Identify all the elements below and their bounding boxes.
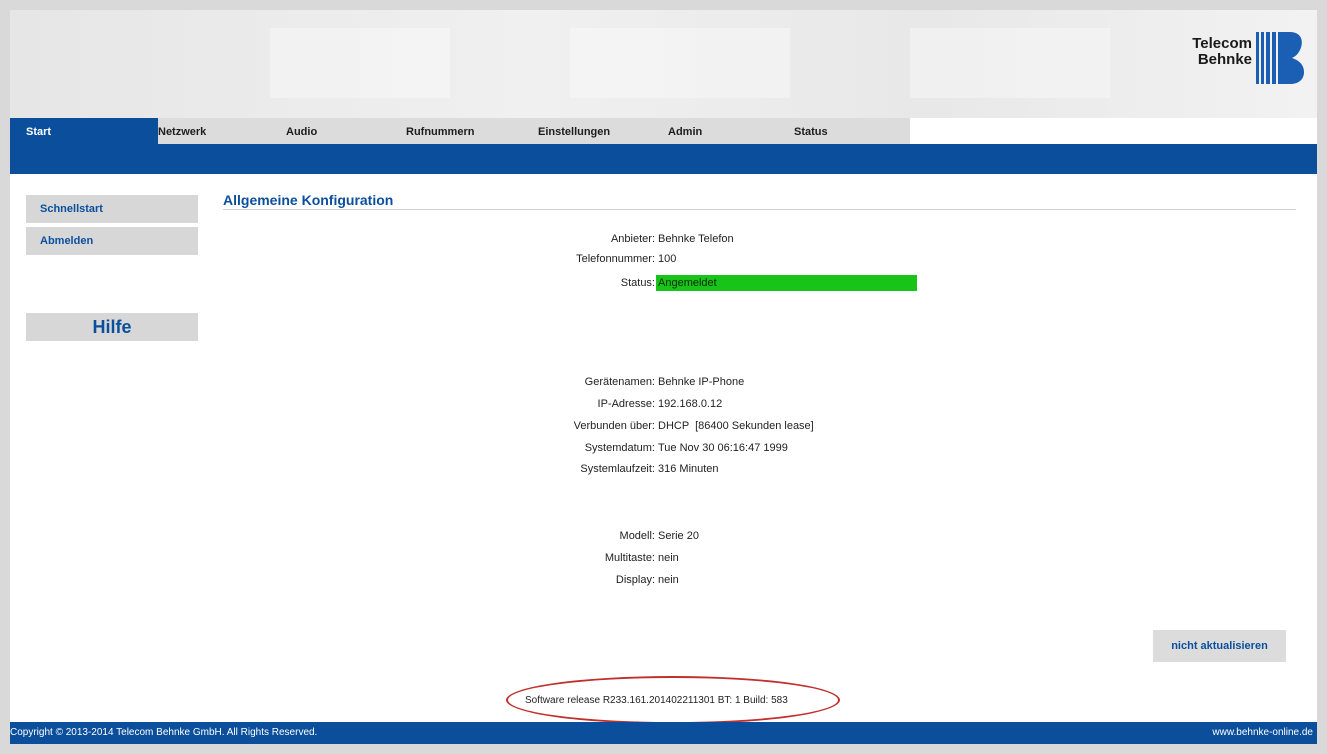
header-watermark [910,28,1110,98]
info-row-anbieter: Anbieter: Behnke Telefon [410,233,1010,249]
title-divider [223,209,1296,210]
info-value: nein [658,552,679,564]
header-watermark [570,28,790,98]
info-row-ip-adresse: IP-Adresse: 192.168.0.12 [410,398,1010,414]
info-row-display: Display: nein [410,574,1010,590]
main-navigation: Start Netzwerk Audio Rufnummern Einstell… [10,118,1317,144]
telecom-behnke-logo: Telecom Behnke [1176,28,1308,88]
info-row-geraetenamen: Gerätenamen: Behnke IP-Phone [410,376,1010,392]
highlight-oval [506,676,840,724]
info-value: Tue Nov 30 06:16:47 1999 [658,442,788,454]
logo-text: Telecom Behnke [1192,35,1252,68]
info-label: Display: [615,574,655,586]
tab-rufnummern[interactable]: Rufnummern [400,118,524,144]
page-header: Telecom Behnke [10,10,1317,118]
info-row-systemdatum: Systemdatum: Tue Nov 30 06:16:47 1999 [410,442,1010,458]
info-label: Modell: [619,530,655,542]
info-value: Behnke Telefon [658,233,734,245]
info-label: Telefonnummer: [576,253,655,265]
tab-admin[interactable]: Admin [656,118,780,144]
logo-mark-icon [1256,32,1304,84]
info-row-modell: Modell: Serie 20 [410,530,1010,546]
info-value: 100 [658,253,677,265]
info-value: Behnke IP-Phone [658,376,745,388]
nav-subbar [10,144,1317,174]
info-value: 316 Minuten [658,463,719,475]
browser-page: Telecom Behnke Start Netzwerk Audio Rufn… [10,10,1317,744]
page-title: Allgemeine Konfiguration [223,192,394,208]
help-button[interactable]: Hilfe [26,313,198,341]
info-label: Gerätenamen: [584,376,655,388]
info-row-telefonnummer: Telefonnummer: 100 [410,253,1010,269]
tab-start[interactable]: Start [10,118,158,144]
info-label: Systemdatum: [584,442,655,454]
sidebar-item-abmelden[interactable]: Abmelden [26,227,198,255]
copyright-text: Copyright © 2013-2014 Telecom Behnke Gmb… [10,727,318,738]
no-refresh-button[interactable]: nicht aktualisieren [1153,630,1286,662]
info-row-systemlaufzeit: Systemlaufzeit: 316 Minuten [410,463,1010,479]
tab-audio[interactable]: Audio [276,118,400,144]
info-value: 192.168.0.12 [658,398,723,410]
info-label: Systemlaufzeit: [580,463,655,475]
info-row-verbunden: Verbunden über: DHCP [86400 Sekunden lea… [410,420,1010,436]
tab-einstellungen[interactable]: Einstellungen [524,118,656,144]
info-label: Anbieter: [610,233,655,245]
header-watermark [270,28,450,98]
info-value: nein [658,574,679,586]
page-footer: Copyright © 2013-2014 Telecom Behnke Gmb… [10,722,1317,744]
info-row-multitaste: Multitaste: nein [410,552,1010,568]
tab-netzwerk[interactable]: Netzwerk [158,118,276,144]
info-label: Status: [620,277,655,289]
status-badge: Angemeldet [656,275,917,291]
tab-status[interactable]: Status [780,118,910,144]
info-value: Serie 20 [658,530,699,542]
website-link[interactable]: www.behnke-online.de [1212,722,1313,744]
info-label: IP-Adresse: [597,398,655,410]
info-label: Multitaste: [604,552,655,564]
sidebar-item-schnellstart[interactable]: Schnellstart [26,195,198,223]
info-value: DHCP [86400 Sekunden lease] [658,420,814,432]
info-label: Verbunden über: [573,420,655,432]
